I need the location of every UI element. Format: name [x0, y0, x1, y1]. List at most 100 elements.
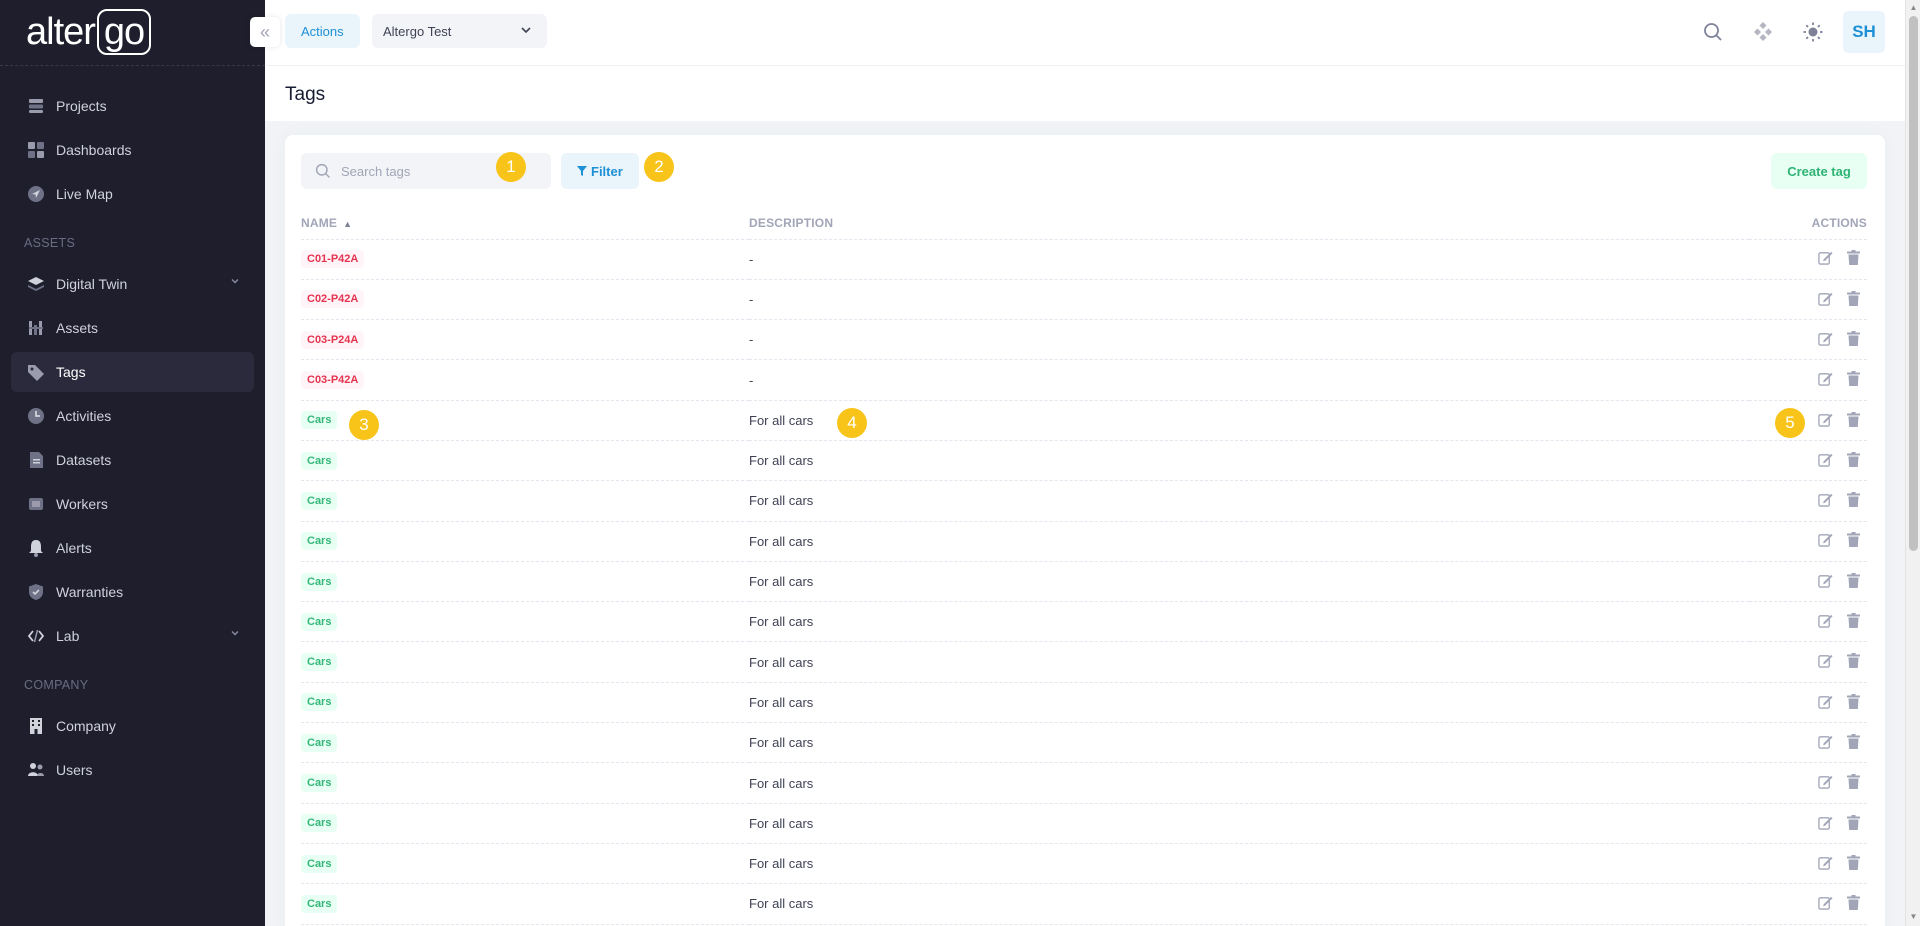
edit-icon[interactable]: [1817, 451, 1833, 467]
edit-icon[interactable]: [1817, 733, 1833, 749]
lab-icon: [27, 627, 45, 645]
tag-badge[interactable]: Cars: [301, 653, 338, 672]
tag-name-cell: Cars: [301, 843, 749, 885]
trash-icon[interactable]: [1845, 411, 1861, 427]
scroll-thumb[interactable]: [1909, 16, 1918, 551]
tag-badge[interactable]: Cars: [301, 451, 338, 470]
tag-badge[interactable]: Cars: [301, 693, 338, 712]
edit-icon[interactable]: [1817, 411, 1833, 427]
annotation-badge-3: 3: [349, 410, 379, 440]
sidebar-item-dashboards[interactable]: Dashboards: [11, 130, 254, 170]
sidebar-item-alerts[interactable]: Alerts: [11, 528, 254, 568]
sidebar-item-lab[interactable]: Lab: [11, 616, 254, 656]
sidebar-item-projects[interactable]: Projects: [11, 86, 254, 126]
theme-sun-icon[interactable]: [1798, 17, 1828, 47]
tag-badge[interactable]: Cars: [301, 491, 338, 510]
trash-icon[interactable]: [1845, 653, 1861, 669]
sidebar-item-label: Workers: [56, 496, 108, 512]
trash-icon[interactable]: [1845, 733, 1861, 749]
tag-badge[interactable]: C03-P24A: [301, 330, 365, 349]
tag-name-cell: Cars: [301, 601, 749, 643]
column-header-name[interactable]: NAME ▲: [301, 213, 749, 240]
edit-icon[interactable]: [1817, 653, 1833, 669]
sidebar-item-datasets[interactable]: Datasets: [11, 440, 254, 480]
edit-icon[interactable]: [1817, 330, 1833, 346]
trash-icon[interactable]: [1845, 371, 1861, 387]
edit-icon[interactable]: [1817, 371, 1833, 387]
edit-icon[interactable]: [1817, 693, 1833, 709]
page-scrollbar[interactable]: ▲ ▼: [1905, 0, 1920, 926]
sidebar-item-live-map[interactable]: Live Map: [11, 174, 254, 214]
tag-badge[interactable]: Cars: [301, 411, 338, 430]
tag-name-cell: Cars: [301, 803, 749, 844]
sidebar-item-company[interactable]: Company: [11, 706, 254, 746]
tag-badge[interactable]: Cars: [301, 612, 338, 631]
project-select[interactable]: Altergo Test: [372, 14, 547, 48]
trash-icon[interactable]: [1845, 814, 1861, 830]
edit-icon[interactable]: [1817, 492, 1833, 508]
tag-actions-cell: [1749, 239, 1867, 280]
tag-description-cell: For all cars: [749, 440, 1749, 482]
search-input[interactable]: [341, 163, 491, 179]
trash-icon[interactable]: [1845, 572, 1861, 588]
alerts-icon: [27, 539, 45, 557]
edit-icon[interactable]: [1817, 854, 1833, 870]
tag-badge[interactable]: C03-P42A: [301, 371, 365, 390]
edit-icon[interactable]: [1817, 814, 1833, 830]
tag-actions-cell: [1749, 400, 1867, 441]
tag-badge[interactable]: C02-P42A: [301, 290, 365, 309]
project-select-value: Altergo Test: [383, 23, 452, 39]
trash-icon[interactable]: [1845, 854, 1861, 870]
scroll-up-icon[interactable]: ▲: [1909, 3, 1918, 13]
edit-icon[interactable]: [1817, 290, 1833, 306]
digital-twin-icon: [27, 275, 45, 293]
edit-icon[interactable]: [1817, 895, 1833, 911]
sidebar-item-assets[interactable]: Assets: [11, 308, 254, 348]
trash-icon[interactable]: [1845, 693, 1861, 709]
sidebar-item-digital-twin[interactable]: Digital Twin: [11, 264, 254, 304]
filter-button[interactable]: Filter: [561, 153, 639, 189]
trash-icon[interactable]: [1845, 250, 1861, 266]
trash-icon[interactable]: [1845, 774, 1861, 790]
user-avatar[interactable]: SH: [1843, 11, 1885, 53]
scroll-down-icon[interactable]: ▼: [1909, 912, 1918, 922]
logo[interactable]: alter go: [0, 0, 265, 66]
edit-icon[interactable]: [1817, 774, 1833, 790]
tag-badge[interactable]: Cars: [301, 774, 338, 792]
tag-badge[interactable]: Cars: [301, 572, 338, 591]
table-row: Cars For all cars: [301, 561, 1867, 603]
dashboards-icon: [27, 141, 45, 159]
create-tag-button[interactable]: Create tag: [1771, 153, 1867, 189]
sidebar-item-activities[interactable]: Activities: [11, 396, 254, 436]
edit-icon[interactable]: [1817, 613, 1833, 629]
search-icon[interactable]: [1698, 17, 1728, 47]
trash-icon[interactable]: [1845, 451, 1861, 467]
edit-icon[interactable]: [1817, 250, 1833, 266]
tag-actions-cell: [1749, 601, 1867, 643]
trash-icon[interactable]: [1845, 532, 1861, 548]
sidebar-item-users[interactable]: Users: [11, 750, 254, 790]
tag-badge[interactable]: Cars: [301, 854, 338, 873]
trash-icon[interactable]: [1845, 330, 1861, 346]
tag-badge[interactable]: Cars: [301, 814, 338, 833]
trash-icon[interactable]: [1845, 895, 1861, 911]
edit-icon[interactable]: [1817, 532, 1833, 548]
trash-icon[interactable]: [1845, 290, 1861, 306]
tag-badge[interactable]: C01-P42A: [301, 250, 365, 269]
sidebar-item-tags[interactable]: Tags: [11, 352, 254, 392]
edit-icon[interactable]: [1817, 572, 1833, 588]
sidebar-item-warranties[interactable]: Warranties: [11, 572, 254, 612]
tag-description-cell: -: [749, 359, 1749, 401]
collapse-sidebar-button[interactable]: «: [250, 17, 280, 47]
tag-badge[interactable]: Cars: [301, 894, 338, 913]
tag-name-cell: Cars: [301, 440, 749, 482]
tag-badge[interactable]: Cars: [301, 733, 338, 752]
tag-badge[interactable]: Cars: [301, 532, 338, 551]
apps-icon[interactable]: [1748, 17, 1778, 47]
filter-icon: [577, 166, 587, 176]
actions-button[interactable]: Actions: [285, 14, 360, 48]
top-header: Actions Altergo Test SH: [265, 0, 1905, 66]
sidebar-item-workers[interactable]: Workers: [11, 484, 254, 524]
trash-icon[interactable]: [1845, 492, 1861, 508]
trash-icon[interactable]: [1845, 613, 1861, 629]
